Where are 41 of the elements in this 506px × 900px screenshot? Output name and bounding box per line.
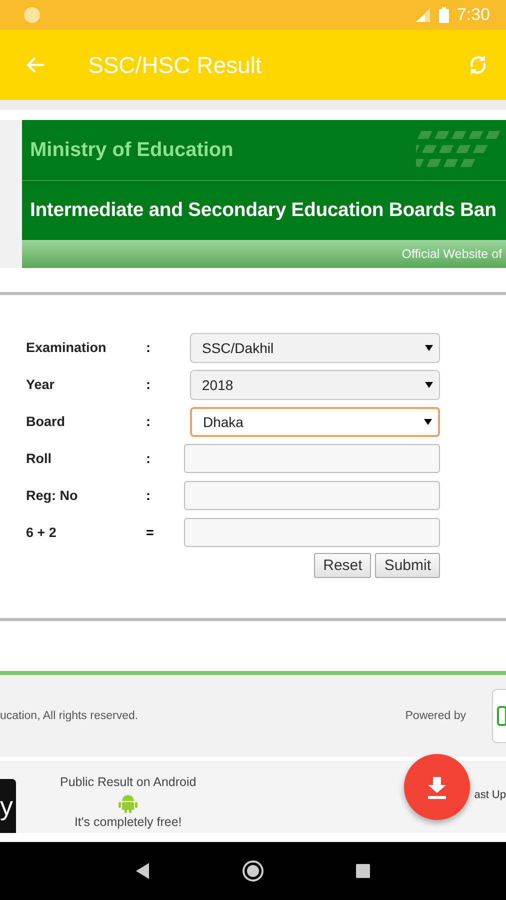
field-label: Board — [26, 414, 66, 429]
logo-icon — [492, 689, 506, 743]
powered-by-text: Powered by — [405, 710, 466, 722]
ministry-title: Ministry of Education — [30, 138, 234, 162]
clock: 7:30 — [456, 5, 490, 25]
field-label: Examination — [26, 340, 108, 355]
input-field[interactable] — [184, 518, 440, 547]
copyright-text: ucation, All rights reserved. — [0, 710, 140, 722]
form-button[interactable]: Reset — [314, 553, 372, 578]
battery-icon — [438, 7, 449, 23]
dropdown[interactable]: SSC/Dakhil — [190, 332, 440, 362]
promo-subtitle: It's completely free! — [74, 815, 182, 829]
field-label: 6 + 2 — [26, 525, 58, 540]
separator: : — [146, 414, 152, 429]
notification-icon — [24, 7, 40, 23]
boards-title: Intermediate and Secondary Education Boards Ban — [30, 199, 496, 222]
field-label: Reg: No — [26, 488, 79, 503]
recents-icon[interactable] — [354, 863, 371, 879]
field-label: Year — [26, 377, 56, 392]
input-field[interactable] — [184, 444, 440, 473]
separator: : — [146, 488, 152, 503]
separator: : — [146, 377, 152, 392]
promo-tab[interactable]: y — [0, 779, 16, 833]
caret-icon — [425, 344, 433, 350]
app-title: SSC/HSC Result — [88, 52, 263, 78]
promo-text: ast Up — [474, 789, 506, 801]
tagline: Official Website of — [402, 247, 503, 261]
separator: : — [146, 340, 152, 355]
field-label: Roll — [26, 451, 52, 466]
download-icon — [426, 775, 448, 799]
home-icon[interactable] — [242, 860, 264, 882]
separator: = — [146, 525, 155, 540]
dropdown[interactable]: Dhaka — [190, 406, 440, 436]
form-button[interactable]: Submit — [375, 553, 440, 578]
separator: : — [146, 451, 152, 466]
input-field[interactable] — [184, 481, 440, 510]
caret-icon — [424, 418, 432, 424]
back-nav-icon[interactable] — [135, 862, 152, 880]
caret-icon — [425, 382, 433, 388]
promo-title: Public Result on Android — [60, 775, 196, 789]
dropdown[interactable]: 2018 — [190, 370, 440, 400]
